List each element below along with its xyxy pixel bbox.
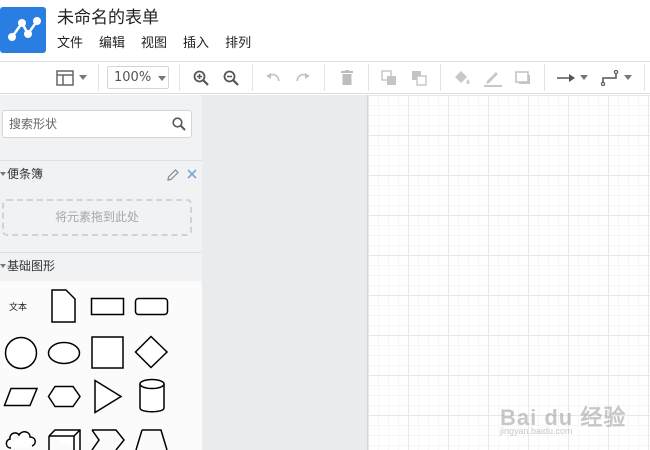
square-shape[interactable] <box>90 335 126 371</box>
trapezoid-shape[interactable] <box>134 428 170 450</box>
chevron-down-icon <box>78 75 87 80</box>
diagram-share-icon <box>8 17 41 41</box>
shadow-button[interactable] <box>512 62 534 93</box>
shapes-sidebar: 搜索形状 便条簿 将元素拖到此处 基础图形 文本 <box>0 95 202 450</box>
fill-color-icon <box>455 70 470 84</box>
chevron-down-icon <box>158 76 166 81</box>
menu-file[interactable]: 文件 <box>57 35 83 53</box>
ellipse-shape[interactable] <box>47 341 83 367</box>
to-front-button[interactable] <box>378 62 400 93</box>
toolbar-divider <box>252 64 253 91</box>
close-icon[interactable] <box>187 169 197 179</box>
redo-icon <box>296 72 310 81</box>
search-placeholder: 搜索形状 <box>9 117 58 131</box>
step-shape[interactable] <box>90 428 126 450</box>
menu-bar: 文件 编辑 视图 插入 排列 <box>57 35 267 53</box>
delete-icon <box>341 70 353 85</box>
menu-view[interactable]: 视图 <box>141 35 167 53</box>
delete-button[interactable] <box>336 62 358 93</box>
chevron-down-icon <box>0 172 6 176</box>
rectangle-shape[interactable] <box>90 297 126 317</box>
zoom-value: 100% <box>114 70 152 85</box>
to-back-icon <box>412 70 427 86</box>
menu-insert[interactable]: 插入 <box>183 35 209 53</box>
to-front-icon <box>381 69 396 85</box>
cylinder-shape[interactable] <box>138 378 166 414</box>
scratchpad-drop-zone[interactable]: 将元素拖到此处 <box>2 199 192 236</box>
shadow-icon <box>515 70 530 84</box>
diamond-shape[interactable] <box>134 335 170 371</box>
connection-arrow-icon <box>556 73 575 82</box>
cloud-shape[interactable] <box>3 428 39 450</box>
watermark-url: jingyan.baidu.com <box>500 426 573 436</box>
zoom-out-button[interactable] <box>220 62 242 93</box>
scratchpad-hint: 将元素拖到此处 <box>54 210 139 224</box>
toolbar-divider <box>98 64 99 91</box>
scratchpad-header[interactable]: 便条簿 <box>0 160 202 188</box>
parallelogram-shape[interactable] <box>3 387 39 407</box>
waypoints-button[interactable] <box>597 62 635 93</box>
watermark-logo: Bai du 经验 jingyan.baidu.com <box>500 380 630 440</box>
line-color-button[interactable] <box>481 62 505 93</box>
toolbar-divider <box>324 64 325 91</box>
scratchpad-title: 便条簿 <box>7 167 44 181</box>
draw-app: 未命名的表单 文件 编辑 视图 插入 排列 100% 搜索形状 便条簿 将元素拖… <box>0 0 650 450</box>
rounded-rectangle-shape[interactable] <box>134 297 170 317</box>
toolbar-divider <box>544 64 545 91</box>
panel-layout-icon <box>55 69 74 86</box>
search-icon[interactable] <box>172 117 186 131</box>
chevron-down-icon <box>623 75 632 80</box>
line-color-icon <box>484 71 502 87</box>
text-shape[interactable]: 文本 <box>9 302 27 314</box>
toolbar: 100% <box>0 61 650 94</box>
document-title[interactable]: 未命名的表单 <box>57 7 159 29</box>
triangle-shape[interactable] <box>92 379 124 415</box>
edit-icon[interactable] <box>167 169 179 181</box>
search-input[interactable]: 搜索形状 <box>2 110 192 138</box>
zoom-select[interactable]: 100% <box>107 66 169 89</box>
to-back-button[interactable] <box>408 62 430 93</box>
toolbar-divider <box>179 64 180 91</box>
general-shapes-title: 基础图形 <box>7 259 56 273</box>
hexagon-shape[interactable] <box>47 385 83 409</box>
toolbar-divider <box>644 64 645 91</box>
format-panel-button[interactable] <box>52 62 90 93</box>
waypoint-style-icon <box>600 69 618 86</box>
zoom-out-icon <box>223 70 239 86</box>
app-logo[interactable] <box>0 7 46 53</box>
general-shapes-header[interactable]: 基础图形 <box>0 252 202 280</box>
zoom-in-icon <box>193 70 209 86</box>
zoom-in-button[interactable] <box>190 62 212 93</box>
chevron-down-icon <box>579 75 588 80</box>
fill-color-button[interactable] <box>450 62 474 93</box>
redo-button[interactable] <box>292 62 314 93</box>
undo-button[interactable] <box>262 62 284 93</box>
app-header: 未命名的表单 文件 编辑 视图 插入 排列 <box>0 0 650 61</box>
cube-shape[interactable] <box>47 428 83 450</box>
general-shapes-palette: 文本 <box>0 281 202 450</box>
toolbar-divider <box>440 64 441 91</box>
circle-shape[interactable] <box>3 336 39 372</box>
note-shape[interactable] <box>48 289 78 323</box>
menu-arrange[interactable]: 排列 <box>225 35 251 53</box>
menu-edit[interactable]: 编辑 <box>99 35 125 53</box>
toolbar-divider <box>368 64 369 91</box>
chevron-down-icon <box>0 264 6 268</box>
connection-style-button[interactable] <box>554 62 590 93</box>
undo-icon <box>266 72 280 81</box>
